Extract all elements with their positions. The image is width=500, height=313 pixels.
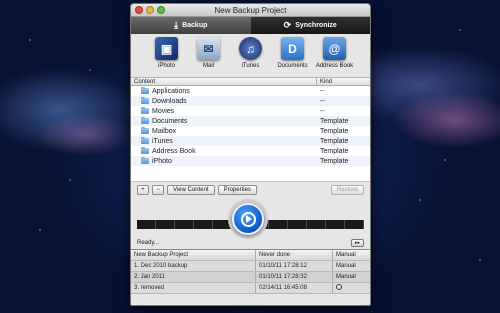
remove-item-button[interactable]: − xyxy=(152,184,164,195)
folder-icon xyxy=(141,97,149,104)
table-row[interactable]: 2. Jan 2011 01/10/11 17:28:32 Manual xyxy=(131,272,370,283)
toolbar-mail-button[interactable]: ✉ Mail xyxy=(190,37,228,77)
list-item-kind: -- xyxy=(320,97,325,105)
toolbar-mail-label: Mail xyxy=(202,63,214,69)
project-name-header: New Backup Project xyxy=(131,250,256,260)
backup-name: 3. removed xyxy=(131,283,256,293)
list-item-name: Movies xyxy=(152,107,175,115)
title-bar[interactable]: New Backup Project xyxy=(131,4,370,17)
list-item[interactable]: Movies -- xyxy=(131,106,370,116)
status-text: Ready... xyxy=(137,240,159,246)
list-item[interactable]: iTunes Template xyxy=(131,136,370,146)
restore-button: Restore xyxy=(330,184,364,195)
documents-icon: D xyxy=(281,37,304,60)
list-item-kind: Template xyxy=(320,157,349,165)
close-window-button[interactable] xyxy=(135,6,143,14)
app-window: New Backup Project ⤓ Backup ⟳ Synchroniz… xyxy=(130,3,371,306)
source-toolbar: ▣ iPhoto ✉ Mail ♫ iTunes D Documents @ A… xyxy=(131,34,370,78)
tab-synchronize[interactable]: ⟳ Synchronize xyxy=(250,17,370,34)
toolbar-documents-label: Documents xyxy=(277,63,308,69)
backup-history-table: New Backup Project Never done Manual 1. … xyxy=(131,249,370,294)
list-item-kind: Template xyxy=(320,137,349,145)
folder-icon xyxy=(141,137,149,144)
toolbar-itunes-button[interactable]: ♫ iTunes xyxy=(232,37,270,77)
backup-date: 01/10/11 17:28:12 xyxy=(256,261,333,271)
backup-name: 1. Dec 2010 backup xyxy=(131,261,256,271)
itunes-icon: ♫ xyxy=(239,37,262,60)
folder-icon xyxy=(141,157,149,164)
view-content-button[interactable]: View Content xyxy=(167,184,215,195)
play-icon xyxy=(240,211,256,227)
list-item-kind: -- xyxy=(320,107,325,115)
toolbar-itunes-label: iTunes xyxy=(241,63,260,69)
list-item-kind: Template xyxy=(320,127,349,135)
tab-backup-label: Backup xyxy=(182,22,208,29)
folder-icon xyxy=(141,107,149,114)
fast-forward-button[interactable]: ▸▸ xyxy=(351,239,364,247)
backup-mode: Manual xyxy=(336,274,356,280)
list-item-name: iTunes xyxy=(152,137,173,145)
add-item-button[interactable]: + xyxy=(137,184,149,195)
backup-date: 02/14/11 16:45:08 xyxy=(256,283,333,293)
list-item-name: iPhoto xyxy=(152,157,172,165)
list-item-name: Documents xyxy=(152,117,188,125)
minimize-window-button[interactable] xyxy=(146,6,154,14)
backup-progress-area xyxy=(131,197,370,239)
list-item[interactable]: Documents Template xyxy=(131,116,370,126)
window-controls xyxy=(135,6,165,14)
backup-date: 01/10/11 17:28:32 xyxy=(256,272,333,282)
column-header-kind[interactable]: Kind xyxy=(317,78,332,85)
content-list[interactable]: Applications -- Downloads -- Movies -- D… xyxy=(131,86,370,181)
backup-mode-header: Manual xyxy=(336,252,356,258)
list-item-name: Mailbox xyxy=(152,127,177,135)
address-book-icon: @ xyxy=(323,37,346,60)
toolbar-address-book-button[interactable]: @ Address Book xyxy=(316,37,354,77)
mail-icon: ✉ xyxy=(197,37,220,60)
toolbar-iphoto-label: iPhoto xyxy=(157,63,175,69)
toolbar-documents-button[interactable]: D Documents xyxy=(274,37,312,77)
table-row[interactable]: 1. Dec 2010 backup 01/10/11 17:28:12 Man… xyxy=(131,261,370,272)
window-title: New Backup Project xyxy=(214,6,287,15)
last-backup-header: Never done xyxy=(256,250,333,260)
folder-icon xyxy=(141,117,149,124)
mode-tabs: ⤓ Backup ⟳ Synchronize xyxy=(131,17,370,34)
folder-icon xyxy=(141,147,149,154)
list-item-kind: Template xyxy=(320,147,349,155)
iphoto-icon: ▣ xyxy=(155,37,178,60)
list-item[interactable]: iPhoto Template xyxy=(131,156,370,166)
content-list-header: Content Kind xyxy=(131,78,370,86)
toolbar-iphoto-button[interactable]: ▣ iPhoto xyxy=(148,37,186,77)
toolbar-address-book-label: Address Book xyxy=(315,63,354,69)
zoom-window-button[interactable] xyxy=(157,6,165,14)
folder-icon xyxy=(141,87,149,94)
list-item[interactable]: Address Book Template xyxy=(131,146,370,156)
list-item[interactable]: Mailbox Template xyxy=(131,126,370,136)
list-item[interactable]: Applications -- xyxy=(131,86,370,96)
download-icon: ⤓ xyxy=(174,20,179,30)
tab-synchronize-label: Synchronize xyxy=(295,22,337,29)
sync-icon: ⟳ xyxy=(283,20,292,30)
table-header-row[interactable]: New Backup Project Never done Manual xyxy=(131,250,370,261)
list-item-kind: -- xyxy=(320,87,325,95)
clock-icon xyxy=(336,284,342,291)
folder-icon xyxy=(141,127,149,134)
list-item-kind: Template xyxy=(320,117,349,125)
list-button-bar: + − View Content Properties Restore xyxy=(131,181,370,197)
table-row[interactable]: 3. removed 02/14/11 16:45:08 xyxy=(131,283,370,294)
list-item-name: Applications xyxy=(152,87,190,95)
list-item-name: Downloads xyxy=(152,97,187,105)
backup-name: 2. Jan 2011 xyxy=(131,272,256,282)
column-header-content[interactable]: Content xyxy=(131,78,317,85)
backup-mode: Manual xyxy=(336,263,356,269)
list-item-name: Address Book xyxy=(152,147,196,155)
properties-button[interactable]: Properties xyxy=(217,184,257,195)
tab-backup[interactable]: ⤓ Backup xyxy=(131,17,251,34)
start-backup-button[interactable] xyxy=(232,203,264,235)
list-item[interactable]: Downloads -- xyxy=(131,96,370,106)
